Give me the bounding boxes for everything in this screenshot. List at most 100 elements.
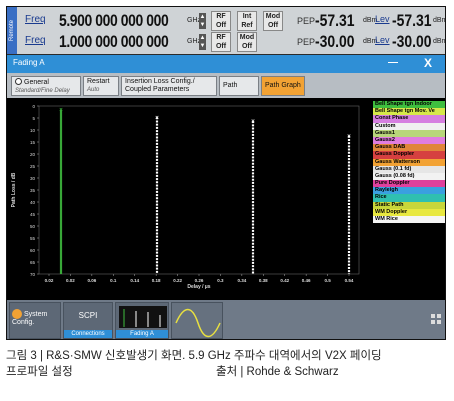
figure-caption: 그림 3 | R&S·SMW 신호발생기 화면. 5.9 GHz 주파수 대역에…	[6, 348, 450, 380]
freq-value-a[interactable]: 5.900 000 000 000	[59, 11, 169, 31]
legend-item: Gauss2	[373, 136, 445, 145]
y-tick-label: 30	[30, 176, 36, 181]
tab-path-graph-label: Path Graph	[265, 82, 301, 89]
path-a-row: Freq 5.900 000 000 000 GHz ▲ ▼ RF Off Int…	[19, 11, 445, 31]
freq-step-arrows-b[interactable]: ▲ ▼	[199, 34, 206, 50]
freq-value-b[interactable]: 1.000 000 000 000	[59, 32, 169, 52]
caption-line-1: 그림 3 | R&S·SMW 신호발생기 화면. 5.9 GHz 주파수 대역에…	[6, 350, 382, 362]
rf-toggle-b[interactable]: RF Off	[211, 32, 231, 52]
dialog-titlebar: Fading A — X	[7, 55, 445, 73]
fading-a-label: Fading A	[116, 330, 168, 338]
sine-wave-icon	[175, 308, 221, 338]
system-config-button[interactable]: System Config.	[9, 302, 61, 339]
path-marker: ×	[251, 119, 255, 125]
tab-bar: General Standard/Fine Delay Restart Auto…	[7, 73, 445, 98]
plot-frame	[38, 105, 360, 275]
x-tick-label: 0.26	[195, 278, 204, 283]
y-tick-label: 40	[30, 200, 36, 205]
y-tick-label: 45	[30, 212, 36, 217]
tab-path-graph[interactable]: Path Graph	[261, 76, 305, 96]
instrument-screen: Remote Freq 5.900 000 000 000 GHz ▲ ▼ RF …	[6, 6, 446, 340]
legend-item: Custom	[373, 122, 445, 130]
freq-label-b[interactable]: Freq	[25, 35, 46, 46]
legend-item: WM Rice	[373, 216, 445, 224]
caption-line-2: 프로파일 설정 출처 | Rohde & Schwarz	[6, 364, 450, 380]
x-tick-label: 0.46	[302, 278, 311, 283]
pep-label-b: PEP	[297, 37, 316, 47]
x-tick-label: 0.54	[345, 278, 354, 283]
legend-item: Gauss1	[373, 129, 445, 137]
y-tick-label: 15	[30, 140, 36, 145]
x-tick-label: 0.42	[280, 278, 289, 283]
legend-item: WM Doppler	[373, 208, 445, 216]
x-tick-label: 0.02	[45, 278, 54, 283]
lev-unit-b: dBm	[433, 38, 446, 45]
grid-menu-icon[interactable]	[431, 314, 441, 324]
x-tick-label: 0.38	[259, 278, 268, 283]
tab-general-sub: Standard/Fine Delay	[15, 88, 70, 94]
mod-toggle-a[interactable]: Mod Off	[263, 11, 283, 31]
ref-toggle-a[interactable]: Int Ref	[237, 11, 257, 31]
x-tick-label: 0.1	[110, 278, 117, 283]
legend-item: Rice	[373, 194, 445, 202]
legend-item: Const Phase	[373, 115, 445, 123]
fading-a-button[interactable]: Fading A	[115, 302, 169, 339]
caption-line-2-left: 프로파일 설정	[6, 366, 73, 378]
scpi-label: SCPI	[78, 311, 98, 320]
legend-item: Gauss (0.08 fd)	[373, 172, 445, 181]
y-tick-label: 50	[30, 224, 36, 229]
close-button[interactable]: X	[417, 56, 439, 72]
freq-label-a[interactable]: Freq	[25, 14, 46, 25]
taskbar: System Config. SCPI Connections Fading A	[7, 300, 445, 339]
y-tick-label: 5	[32, 116, 35, 121]
x-tick-label: 0.3	[217, 278, 224, 283]
lev-value-a[interactable]: -57.31	[392, 11, 432, 31]
path-b-row: Freq 1.000 000 000 000 GHz ▲ ▼ RF Off Mod…	[19, 32, 445, 52]
radio-icon[interactable]	[15, 78, 22, 85]
remote-indicator[interactable]: Remote	[7, 7, 17, 54]
minimize-button[interactable]: —	[381, 57, 405, 71]
path-graph: 0 5 10 15 20 25 30 35 40 45 50 55 60 65 70 0.02 0.02 0.06…	[7, 98, 445, 300]
y-tick-label: 65	[30, 260, 36, 265]
lev-label-a[interactable]: Lev	[375, 14, 390, 24]
waveform-button[interactable]	[171, 302, 223, 339]
rf-toggle-a[interactable]: RF Off	[211, 11, 231, 31]
pep-label-a: PEP	[297, 16, 316, 26]
y-tick-label: 55	[30, 236, 36, 241]
freq-step-arrows-a[interactable]: ▲ ▼	[199, 13, 206, 29]
x-tick-label: 0.34	[237, 278, 246, 283]
connections-label: Connections	[64, 330, 112, 338]
y-tick-label: 70	[30, 272, 36, 277]
tab-restart-sub: Auto	[87, 87, 100, 93]
y-tick-label: 10	[30, 128, 36, 133]
path-marker: ×	[347, 134, 351, 140]
lev-label-b[interactable]: Lev	[375, 35, 390, 45]
legend-item: Gauss Watterson	[373, 158, 445, 166]
legend-item: Gauss DAB	[373, 144, 445, 152]
y-tick-label: 20	[30, 152, 36, 157]
x-tick-label: 0.14	[130, 278, 139, 283]
path-graph-plot: 0 5 10 15 20 25 30 35 40 45 50 55 60 65 70 0.02 0.02 0.06…	[11, 104, 360, 290]
pep-value-b: -30.00	[315, 32, 355, 51]
y-axis-label: Path Loss / dB	[11, 172, 17, 207]
tab-general[interactable]: General Standard/Fine Delay	[11, 76, 81, 96]
path-marker: ×	[155, 115, 159, 121]
mod-toggle-b[interactable]: Mod Off	[237, 32, 257, 52]
status-bar: Remote Freq 5.900 000 000 000 GHz ▲ ▼ RF …	[7, 7, 445, 54]
legend-item: Gauss Doppler	[373, 151, 445, 159]
tab-restart[interactable]: Restart Auto	[83, 76, 119, 96]
legend-item: Static Path	[373, 201, 445, 209]
gear-icon	[12, 309, 22, 319]
x-axis-label: Delay / µs	[187, 284, 210, 290]
y-tick-label: 25	[30, 164, 36, 169]
legend-item: Bell Shape tgn Indoor	[373, 101, 445, 109]
tab-path-table[interactable]: Path Table	[219, 76, 259, 96]
caption-source: 출처 | Rohde & Schwarz	[216, 366, 339, 378]
y-tick-label: 35	[30, 188, 36, 193]
lev-value-b[interactable]: -30.00	[392, 32, 432, 52]
tab-general-label: General	[24, 79, 49, 86]
scpi-connections-button[interactable]: SCPI Connections	[63, 302, 113, 339]
tab-restart-label: Restart	[87, 78, 110, 85]
tab-path-table-label: Path Table	[223, 82, 238, 89]
tab-insertion-loss[interactable]: Insertion Loss Config./ Coupled Paramete…	[121, 76, 217, 96]
